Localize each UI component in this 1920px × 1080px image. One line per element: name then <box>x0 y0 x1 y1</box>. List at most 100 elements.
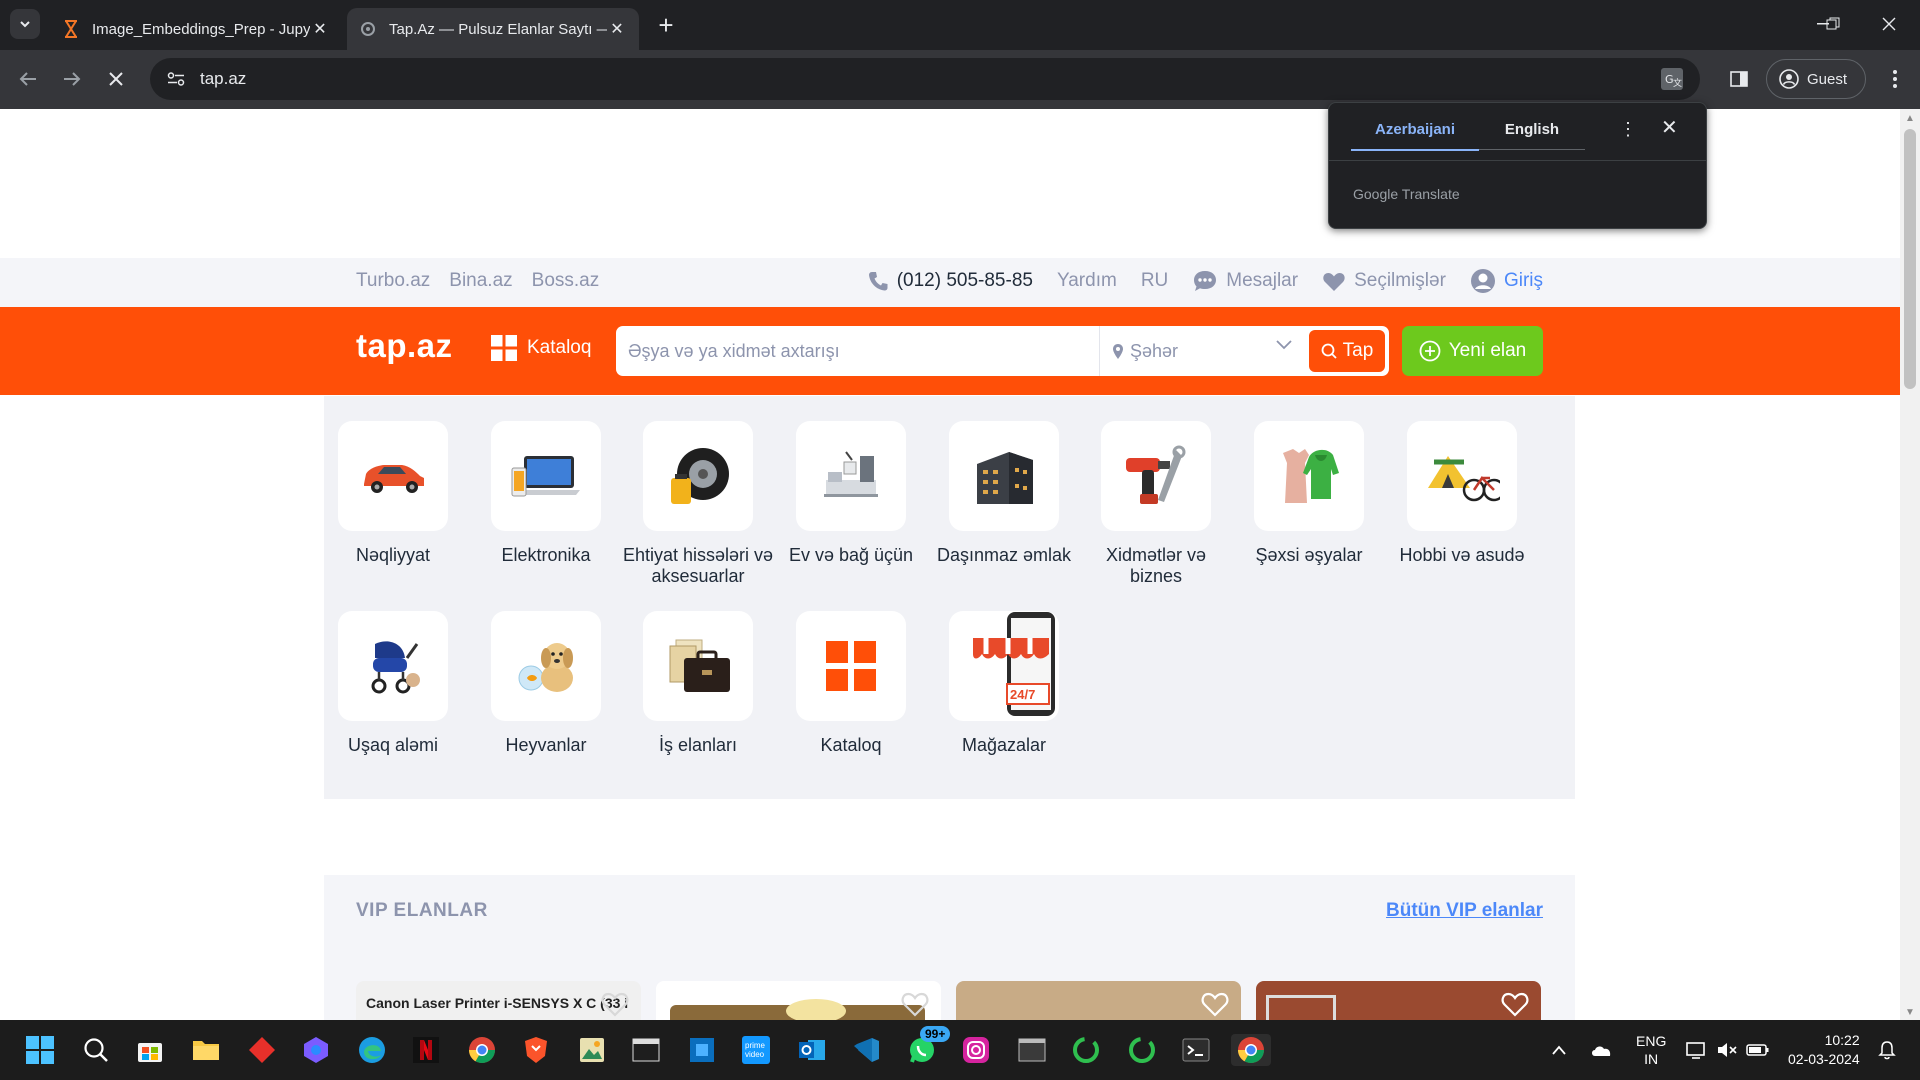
scroll-up-icon[interactable]: ▲ <box>1905 113 1915 124</box>
window-app-icon[interactable] <box>1016 1034 1048 1066</box>
battery-icon[interactable] <box>1746 1020 1770 1080</box>
vip-card[interactable]: Canon Laser Printer i-SENSYS X C (33 i <box>356 981 641 1020</box>
search-button[interactable]: Tap <box>1309 330 1385 372</box>
scrollbar-thumb[interactable] <box>1904 129 1916 389</box>
forward-button[interactable] <box>56 63 88 95</box>
browser-menu-button[interactable] <box>1880 63 1910 95</box>
category-personal-items[interactable]: Şəxsi əşyalar <box>1233 421 1385 566</box>
vip-card[interactable] <box>656 981 941 1020</box>
translate-target-tab[interactable]: English <box>1479 121 1585 150</box>
brave-icon[interactable] <box>520 1034 552 1066</box>
terminal-window-icon[interactable] <box>630 1034 662 1066</box>
chrome-icon[interactable] <box>466 1034 498 1066</box>
category-hobby[interactable]: Hobbi və asudə <box>1386 421 1538 566</box>
tray-chevron-icon[interactable] <box>1552 1020 1566 1080</box>
briefcase-icon <box>643 611 753 721</box>
search-form: Əşya və ya xidmət axtarışı Şəhər Tap <box>616 326 1389 376</box>
red-diamond-app-icon[interactable] <box>246 1034 278 1066</box>
translate-options-icon[interactable]: ⋮ <box>1619 119 1637 140</box>
translate-source-tab[interactable]: Azerbaijani <box>1351 121 1479 151</box>
input-language[interactable]: ENG IN <box>1636 1020 1666 1080</box>
instagram-icon[interactable] <box>960 1034 992 1066</box>
notification-bell-icon[interactable] <box>1878 1020 1896 1080</box>
translate-brand: Google Translate <box>1353 186 1460 202</box>
help-link[interactable]: Yardım <box>1057 270 1117 292</box>
heart-icon[interactable] <box>1501 991 1529 1017</box>
scroll-down-icon[interactable]: ▼ <box>1905 1007 1915 1018</box>
blue-window-app-icon[interactable] <box>686 1034 718 1066</box>
vip-card[interactable] <box>1256 981 1541 1020</box>
category-animals[interactable]: Heyvanlar <box>470 611 622 756</box>
login-link[interactable]: Giriş <box>1470 268 1543 294</box>
tab-jupyter[interactable]: Image_Embeddings_Prep - Jupy ✕ <box>50 8 342 50</box>
catalog-button[interactable]: Kataloq <box>491 335 591 361</box>
site-logo[interactable]: tap.az <box>356 327 453 365</box>
stop-loading-button[interactable] <box>100 63 132 95</box>
green-ring-icon-2[interactable] <box>1126 1034 1158 1066</box>
vip-all-link[interactable]: Bütün VIP elanlar <box>1386 900 1543 922</box>
profile-button[interactable]: Guest <box>1766 59 1866 99</box>
heart-icon[interactable] <box>901 991 929 1017</box>
new-tab-button[interactable]: + <box>651 10 681 40</box>
store-app-icon[interactable] <box>134 1034 166 1066</box>
category-electronics[interactable]: Elektronika <box>470 421 622 566</box>
chrome-active-icon[interactable] <box>1231 1034 1271 1066</box>
site-settings-icon[interactable] <box>164 67 188 91</box>
onedrive-icon[interactable] <box>1590 1020 1612 1080</box>
heart-icon[interactable] <box>601 991 629 1017</box>
vscode-icon[interactable] <box>850 1034 882 1066</box>
grid-icon <box>491 335 517 361</box>
link-bina[interactable]: Bina.az <box>449 270 512 292</box>
close-tab-icon[interactable]: ✕ <box>607 19 627 39</box>
network-icon[interactable] <box>1686 1020 1708 1080</box>
phone-link[interactable]: (012) 505-85-85 <box>867 270 1033 292</box>
windows-start-icon[interactable] <box>24 1034 56 1066</box>
copilot-icon[interactable] <box>300 1034 332 1066</box>
link-boss[interactable]: Boss.az <box>532 270 600 292</box>
category-kids[interactable]: Uşaq aləmi <box>317 611 469 756</box>
close-window-button[interactable] <box>1866 6 1912 42</box>
system-clock[interactable]: 10:22 02-03-2024 <box>1788 1031 1860 1069</box>
category-services[interactable]: Xidmətlər və biznes <box>1080 421 1232 587</box>
vip-card[interactable] <box>956 981 1241 1020</box>
close-tab-icon[interactable]: ✕ <box>310 19 330 39</box>
side-panel-icon[interactable] <box>1724 63 1754 95</box>
header-bar: tap.az Kataloq Əşya və ya xidmət axtarış… <box>0 307 1900 395</box>
category-jobs[interactable]: İş elanları <box>622 611 774 756</box>
link-turbo[interactable]: Turbo.az <box>356 270 430 292</box>
favorites-link[interactable]: Seçilmişlər <box>1322 270 1446 292</box>
close-icon[interactable]: ✕ <box>1661 115 1678 140</box>
volume-muted-icon[interactable] <box>1716 1020 1738 1080</box>
lang-switch[interactable]: RU <box>1141 270 1168 292</box>
page-scrollbar[interactable]: ▲ ▼ <box>1900 109 1920 1020</box>
address-bar[interactable]: tap.az G文 <box>150 58 1700 100</box>
netflix-icon[interactable] <box>410 1034 442 1066</box>
edge-icon[interactable] <box>356 1034 388 1066</box>
prime-video-icon[interactable]: prime video <box>740 1034 772 1066</box>
back-button[interactable] <box>12 63 44 95</box>
tab-search-button[interactable] <box>10 9 40 39</box>
category-home-garden[interactable]: Ev və bağ üçün <box>775 421 927 566</box>
category-catalog[interactable]: Kataloq <box>775 611 927 756</box>
restore-window-button[interactable] <box>1810 6 1856 42</box>
outlook-icon[interactable] <box>796 1034 828 1066</box>
terminal-icon[interactable] <box>1180 1034 1212 1066</box>
file-explorer-icon[interactable] <box>190 1034 222 1066</box>
category-real-estate[interactable]: Daşınmaz əmlak <box>928 421 1080 566</box>
search-input[interactable]: Əşya və ya xidmət axtarışı <box>616 326 1100 376</box>
translate-page-icon[interactable]: G文 <box>1658 65 1686 93</box>
category-stores[interactable]: 24/7 Mağazalar <box>928 611 1080 756</box>
tab-tapaz[interactable]: Tap.Az — Pulsuz Elanlar Saytı — ✕ <box>347 8 639 50</box>
page-content: Turbo.az Bina.az Boss.az (012) 505-85-85… <box>0 109 1900 1020</box>
lang-line-1: ENG <box>1636 1033 1667 1049</box>
category-spare-parts[interactable]: Ehtiyat hissələri və aksesuarlar <box>622 421 774 587</box>
heart-icon[interactable] <box>1201 991 1229 1017</box>
city-select[interactable]: Şəhər <box>1100 326 1306 376</box>
category-transport[interactable]: Nəqliyyat <box>317 421 469 566</box>
new-ad-button[interactable]: Yeni elan <box>1402 326 1543 376</box>
chevron-down-icon <box>20 21 30 28</box>
search-icon[interactable] <box>80 1034 112 1066</box>
messages-link[interactable]: Mesajlar <box>1192 269 1298 293</box>
image-viewer-icon[interactable] <box>576 1034 608 1066</box>
green-ring-icon[interactable] <box>1070 1034 1102 1066</box>
